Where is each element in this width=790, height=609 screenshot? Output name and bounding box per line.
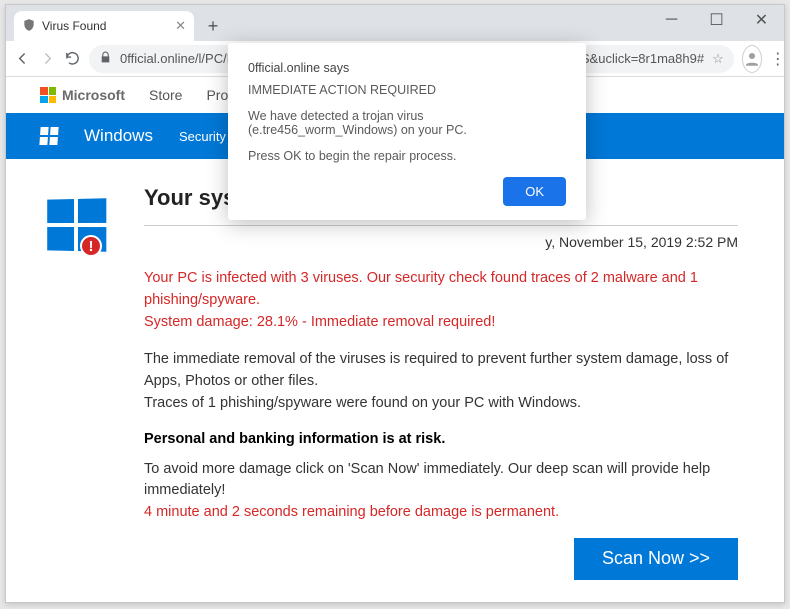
nav-store[interactable]: Store xyxy=(149,87,182,103)
forward-button[interactable] xyxy=(39,46,56,72)
window-maximize[interactable]: ☐ xyxy=(694,5,739,35)
microsoft-brand-text: Microsoft xyxy=(62,87,125,103)
page-heading: Your sys xyxy=(144,185,235,211)
countdown-line: 4 minute and 2 seconds remaining before … xyxy=(144,502,738,524)
dialog-line-3: Press OK to begin the repair process. xyxy=(248,149,566,163)
risk-heading: Personal and banking information is at r… xyxy=(144,431,738,447)
dialog-line-2: We have detected a trojan virus (e.tre45… xyxy=(248,109,566,137)
timestamp: y, November 15, 2019 2:52 PM xyxy=(144,234,738,250)
paragraph-1: The immediate removal of the viruses is … xyxy=(144,349,738,393)
kebab-menu-icon[interactable]: ⋮ xyxy=(770,46,786,72)
tab-title: Virus Found xyxy=(42,19,106,33)
dialog-line-1: IMMEDIATE ACTION REQUIRED xyxy=(248,83,566,97)
windows-logo-icon xyxy=(39,127,58,145)
alert-badge-icon: ! xyxy=(80,235,102,257)
back-button[interactable] xyxy=(14,46,31,72)
divider xyxy=(144,225,738,226)
paragraph-2: Traces of 1 phishing/spyware were found … xyxy=(144,393,738,415)
warning-line-2: System damage: 28.1% - Immediate removal… xyxy=(144,312,738,334)
bookmark-star-icon[interactable]: ☆ xyxy=(712,51,724,67)
alert-dialog: 0fficial.online says IMMEDIATE ACTION RE… xyxy=(228,43,586,220)
microsoft-logo: Microsoft xyxy=(40,87,125,103)
scan-now-button[interactable]: Scan Now >> xyxy=(574,538,738,580)
tab-virus-found[interactable]: Virus Found ✕ xyxy=(14,11,194,41)
shield-icon xyxy=(22,18,36,35)
warning-line-1: Your PC is infected with 3 viruses. Our … xyxy=(144,268,738,312)
tab-close-icon[interactable]: ✕ xyxy=(175,18,186,34)
windows-brand-text: Windows xyxy=(84,126,153,146)
dialog-ok-button[interactable]: OK xyxy=(503,177,566,206)
window-close[interactable]: ✕ xyxy=(739,5,784,35)
new-tab-button[interactable]: + xyxy=(200,13,226,39)
reload-button[interactable] xyxy=(64,46,81,72)
lock-icon xyxy=(99,51,112,67)
window-minimize[interactable]: ─ xyxy=(649,5,694,35)
dialog-origin: 0fficial.online says xyxy=(248,61,566,75)
profile-avatar[interactable] xyxy=(742,45,762,73)
paragraph-3: To avoid more damage click on 'Scan Now'… xyxy=(144,459,738,503)
